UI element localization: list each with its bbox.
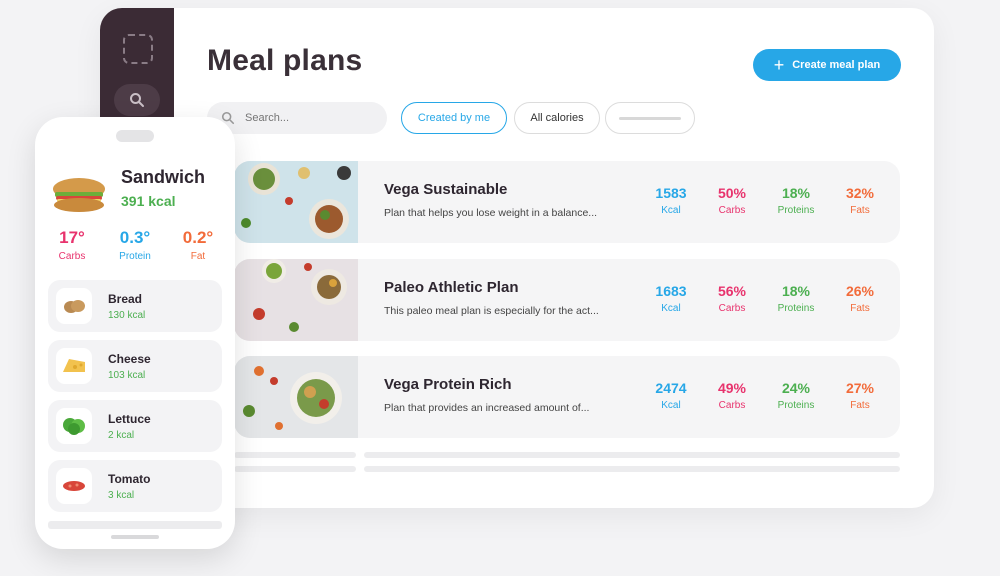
filter-all-calories[interactable]: All calories xyxy=(514,102,600,134)
sandwich-icon xyxy=(53,178,105,212)
plan-kcal-label: Kcal xyxy=(661,303,681,314)
plan-name: Vega Sustainable xyxy=(384,181,508,198)
ingredient-name: Lettuce xyxy=(108,412,151,426)
cheese-icon xyxy=(56,348,92,384)
skeleton-line xyxy=(364,452,900,458)
skeleton-line xyxy=(234,466,356,472)
ingredient-item[interactable]: Cheese 103 kcal xyxy=(48,340,222,392)
plan-fats-value: 26% xyxy=(845,283,875,299)
phone-mockup: Sandwich 391 kcal 17° Carbs 0.3° Protein 0… xyxy=(35,117,235,549)
filter-placeholder[interactable] xyxy=(605,102,695,134)
home-indicator xyxy=(111,535,159,539)
macro-protein-label: Protein xyxy=(119,251,151,262)
ingredient-kcal: 130 kcal xyxy=(108,310,146,321)
filter-created-by-me[interactable]: Created by me xyxy=(401,102,507,134)
plan-carbs-value: 56% xyxy=(717,283,747,299)
meal-plan-image xyxy=(234,161,358,243)
plan-proteins-value: 18% xyxy=(781,185,811,201)
logo-placeholder-icon xyxy=(123,34,153,64)
bread-icon xyxy=(56,288,92,324)
meal-plan-row[interactable]: Vega Protein Rich Plan that provides an … xyxy=(234,356,900,438)
ingredient-name: Cheese xyxy=(108,352,151,366)
tomato-icon xyxy=(56,468,92,504)
plan-kcal-value: 1583 xyxy=(655,185,687,201)
plan-description: Plan that provides an increased amount o… xyxy=(384,402,590,414)
search-input[interactable] xyxy=(243,111,367,125)
ingredient-kcal: 3 kcal xyxy=(108,490,135,501)
plan-carbs-label: Carbs xyxy=(718,303,746,314)
plan-name: Vega Protein Rich xyxy=(384,376,512,393)
macro-carbs-value: 17° xyxy=(59,228,85,247)
filter-placeholder-bar xyxy=(619,116,681,120)
meal-plan-row[interactable]: Vega Sustainable Plan that helps you los… xyxy=(234,161,900,243)
lettuce-icon xyxy=(56,408,92,444)
meal-plan-image xyxy=(234,259,358,341)
ingredient-item[interactable]: Tomato 3 kcal xyxy=(48,460,222,512)
phone-notch xyxy=(116,130,154,142)
ingredient-name: Tomato xyxy=(108,472,151,486)
create-meal-plan-label: Create meal plan xyxy=(792,59,881,71)
plan-fats-value: 32% xyxy=(845,185,875,201)
plan-kcal-label: Kcal xyxy=(661,205,681,216)
plan-fats-value: 27% xyxy=(845,380,875,396)
plan-fats-label: Fats xyxy=(850,205,870,216)
create-meal-plan-button[interactable]: + Create meal plan xyxy=(753,49,901,81)
skeleton-line xyxy=(48,521,222,529)
search-icon xyxy=(130,93,144,107)
ingredient-kcal: 103 kcal xyxy=(108,370,146,381)
plan-proteins-value: 18% xyxy=(781,283,811,299)
plan-name: Paleo Athletic Plan xyxy=(384,279,519,296)
plan-fats-label: Fats xyxy=(850,303,870,314)
plan-proteins-label: Proteins xyxy=(777,400,815,411)
food-kcal: 391 kcal xyxy=(121,193,176,209)
macro-carbs-label: Carbs xyxy=(58,251,86,262)
ingredient-kcal: 2 kcal xyxy=(108,430,135,441)
ingredient-name: Bread xyxy=(108,292,143,306)
meal-plan-row[interactable]: Paleo Athletic Plan This paleo meal plan… xyxy=(234,259,900,341)
macro-fat-value: 0.2° xyxy=(182,228,214,247)
plan-proteins-label: Proteins xyxy=(777,205,815,216)
skeleton-line xyxy=(234,452,356,458)
plan-kcal-value: 1683 xyxy=(655,283,687,299)
plan-kcal-label: Kcal xyxy=(661,400,681,411)
food-title: Sandwich xyxy=(121,167,206,187)
macro-fat-label: Fat xyxy=(190,251,206,262)
plan-description: Plan that helps you lose weight in a bal… xyxy=(384,207,598,219)
search-box[interactable] xyxy=(207,102,387,134)
macro-protein-value: 0.3° xyxy=(119,228,151,247)
plus-icon: + xyxy=(773,55,785,75)
page-title: Meal plans xyxy=(207,44,363,77)
plan-carbs-value: 50% xyxy=(717,185,747,201)
plan-carbs-value: 49% xyxy=(717,380,747,396)
meal-plan-image xyxy=(234,356,358,438)
plan-proteins-label: Proteins xyxy=(777,303,815,314)
ingredient-item[interactable]: Bread 130 kcal xyxy=(48,280,222,332)
plan-carbs-label: Carbs xyxy=(718,205,746,216)
plan-description: This paleo meal plan is especially for t… xyxy=(384,305,599,317)
skeleton-line xyxy=(364,466,900,472)
plan-fats-label: Fats xyxy=(850,400,870,411)
ingredient-item[interactable]: Lettuce 2 kcal xyxy=(48,400,222,452)
sidebar-search-button[interactable] xyxy=(114,84,160,116)
plan-kcal-value: 2474 xyxy=(655,380,687,396)
plan-proteins-value: 24% xyxy=(781,380,811,396)
plan-carbs-label: Carbs xyxy=(718,400,746,411)
